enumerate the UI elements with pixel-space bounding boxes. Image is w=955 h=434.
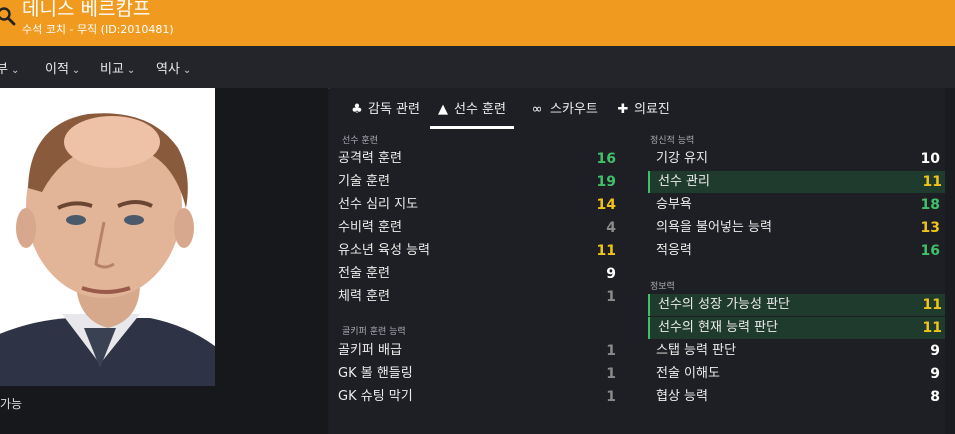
nav-item-compare[interactable]: 비교 ⌄ bbox=[100, 58, 135, 77]
attribute-row[interactable]: 스탭 능력 판단 9 bbox=[648, 340, 944, 362]
tab-coaching[interactable]: ♣ 감독 관련 bbox=[350, 98, 420, 126]
attribute-row[interactable]: 기강 유지 10 bbox=[648, 148, 944, 170]
attribute-row[interactable]: GK 볼 핸들링 1 bbox=[330, 363, 620, 385]
attribute-label: 스탭 능력 판단 bbox=[656, 343, 737, 358]
attribute-value: 1 bbox=[606, 389, 616, 405]
section-heading-knowledge: 정보력 bbox=[650, 282, 675, 292]
attribute-label: 선수 관리 bbox=[658, 174, 710, 189]
tab-label: 감독 관련 bbox=[368, 102, 420, 117]
nav-item-history[interactable]: 역사 ⌄ bbox=[156, 58, 191, 77]
attribute-row[interactable]: 수비력 훈련 4 bbox=[330, 217, 620, 239]
attribute-value: 1 bbox=[606, 343, 616, 359]
section-heading-goalkeeping: 골키퍼 훈련 능력 bbox=[342, 327, 406, 337]
attribute-row[interactable]: 적응력 16 bbox=[648, 240, 944, 262]
attribute-row[interactable]: 골키퍼 배급 1 bbox=[330, 340, 620, 362]
binoculars-icon: ∞ bbox=[531, 102, 543, 117]
attribute-row[interactable]: 공격력 훈련 16 bbox=[330, 148, 620, 170]
attribute-row[interactable]: 선수의 현재 능력 판단 11 bbox=[648, 317, 946, 339]
coach-icon: ♣ bbox=[351, 102, 363, 117]
attribute-label: 선수의 현재 능력 판단 bbox=[658, 320, 779, 335]
attribute-label: 유소년 육성 능력 bbox=[338, 243, 430, 258]
attribute-label: GK 슈팅 막기 bbox=[338, 389, 413, 404]
section-heading-mental: 정신적 능력 bbox=[650, 136, 695, 146]
staff-portrait bbox=[0, 88, 215, 386]
attribute-value: 11 bbox=[922, 320, 942, 336]
attribute-value: 1 bbox=[606, 289, 616, 305]
attribute-value: 16 bbox=[920, 243, 940, 259]
attribute-value: 4 bbox=[606, 220, 616, 236]
attribute-value: 18 bbox=[920, 197, 940, 213]
attribute-value: 19 bbox=[596, 174, 616, 190]
tab-training[interactable]: ▲ 선수 훈련 bbox=[430, 98, 514, 129]
attribute-label: 체력 훈련 bbox=[338, 289, 390, 304]
attribute-value: 13 bbox=[920, 220, 940, 236]
nav-label: 역사 bbox=[156, 62, 180, 77]
attribute-row[interactable]: 전술 훈련 9 bbox=[330, 263, 620, 285]
section-heading-training: 선수 훈련 bbox=[342, 136, 378, 146]
chevron-down-icon: ⌄ bbox=[182, 65, 192, 76]
nav-label: 부 bbox=[0, 62, 8, 77]
attribute-value: 1 bbox=[606, 366, 616, 382]
portrait-caption: 가능 bbox=[0, 397, 23, 411]
nav-label: 이적 bbox=[45, 62, 69, 77]
header-bar: 데니스 베르캄프 수석 코치 - 무직 (ID:2010481) bbox=[0, 0, 955, 46]
attribute-row[interactable]: 선수 심리 지도 14 bbox=[330, 194, 620, 216]
tab-label: 의료진 bbox=[634, 102, 670, 117]
search-icon[interactable] bbox=[0, 6, 16, 30]
page-title: 데니스 베르캄프 bbox=[22, 0, 151, 20]
attribute-value: 11 bbox=[922, 174, 942, 190]
tab-medical[interactable]: ✚ 의료진 bbox=[616, 98, 670, 126]
page-subtitle: 수석 코치 - 무직 (ID:2010481) bbox=[22, 23, 174, 36]
attribute-value: 8 bbox=[930, 389, 940, 405]
attribute-label: 의욕을 불어넣는 능력 bbox=[656, 220, 772, 235]
training-icon: ▲ bbox=[438, 102, 448, 117]
medical-icon: ✚ bbox=[617, 102, 629, 117]
attribute-row[interactable]: 유소년 육성 능력 11 bbox=[330, 240, 620, 262]
attribute-label: 공격력 훈련 bbox=[338, 151, 402, 166]
attribute-label: 수비력 훈련 bbox=[338, 220, 402, 235]
chevron-down-icon: ⌄ bbox=[126, 65, 136, 76]
attribute-label: 선수의 성장 가능성 판단 bbox=[658, 297, 790, 312]
tab-scouting[interactable]: ∞ 스카우트 bbox=[528, 98, 598, 126]
nav-item-detail[interactable]: 부 ⌄ bbox=[0, 58, 19, 77]
profile-panel: 가능 bbox=[0, 88, 328, 434]
chevron-down-icon: ⌄ bbox=[10, 65, 20, 76]
attribute-row[interactable]: 전술 이해도 9 bbox=[648, 363, 944, 385]
attribute-label: 협상 능력 bbox=[656, 389, 708, 404]
attribute-label: 골키퍼 배급 bbox=[338, 343, 402, 358]
attribute-value: 9 bbox=[930, 366, 940, 382]
attribute-row[interactable]: 의욕을 불어넣는 능력 13 bbox=[648, 217, 944, 239]
tab-label: 선수 훈련 bbox=[454, 102, 506, 117]
attribute-value: 11 bbox=[922, 297, 942, 313]
attribute-value: 14 bbox=[596, 197, 616, 213]
attribute-label: 적응력 bbox=[656, 243, 692, 258]
attribute-row[interactable]: 선수의 성장 가능성 판단 11 bbox=[648, 294, 946, 316]
sub-nav: 부 ⌄ 이적 ⌄ 비교 ⌄ 역사 ⌄ bbox=[0, 46, 955, 89]
attribute-row[interactable]: 체력 훈련 1 bbox=[330, 286, 620, 308]
tab-label: 스카우트 bbox=[550, 102, 598, 117]
attribute-row[interactable]: 승부욕 18 bbox=[648, 194, 944, 216]
attribute-row[interactable]: GK 슈팅 막기 1 bbox=[330, 386, 620, 408]
attribute-row[interactable]: 기술 훈련 19 bbox=[330, 171, 620, 193]
attribute-label: GK 볼 핸들링 bbox=[338, 366, 413, 381]
chevron-down-icon: ⌄ bbox=[71, 65, 81, 76]
attribute-label: 전술 이해도 bbox=[656, 366, 720, 381]
attribute-row[interactable]: 선수 관리 11 bbox=[648, 171, 946, 193]
nav-item-transfer[interactable]: 이적 ⌄ bbox=[45, 58, 80, 77]
attribute-label: 기강 유지 bbox=[656, 151, 708, 166]
nav-label: 비교 bbox=[100, 62, 124, 77]
attribute-row[interactable]: 협상 능력 8 bbox=[648, 386, 944, 408]
attribute-label: 전술 훈련 bbox=[338, 266, 390, 281]
attribute-value: 9 bbox=[606, 266, 616, 282]
side-panel-edge bbox=[945, 88, 955, 434]
attribute-label: 선수 심리 지도 bbox=[338, 197, 419, 212]
attribute-value: 9 bbox=[930, 343, 940, 359]
attribute-label: 기술 훈련 bbox=[338, 174, 390, 189]
attribute-label: 승부욕 bbox=[656, 197, 692, 212]
attribute-value: 16 bbox=[596, 151, 616, 167]
attributes-panel: ♣ 감독 관련 ▲ 선수 훈련 ∞ 스카우트 ✚ 의료진 선수 훈련 공격력 훈련 16 기… bbox=[330, 88, 955, 434]
attribute-value: 11 bbox=[596, 243, 616, 259]
attribute-value: 10 bbox=[920, 151, 940, 167]
